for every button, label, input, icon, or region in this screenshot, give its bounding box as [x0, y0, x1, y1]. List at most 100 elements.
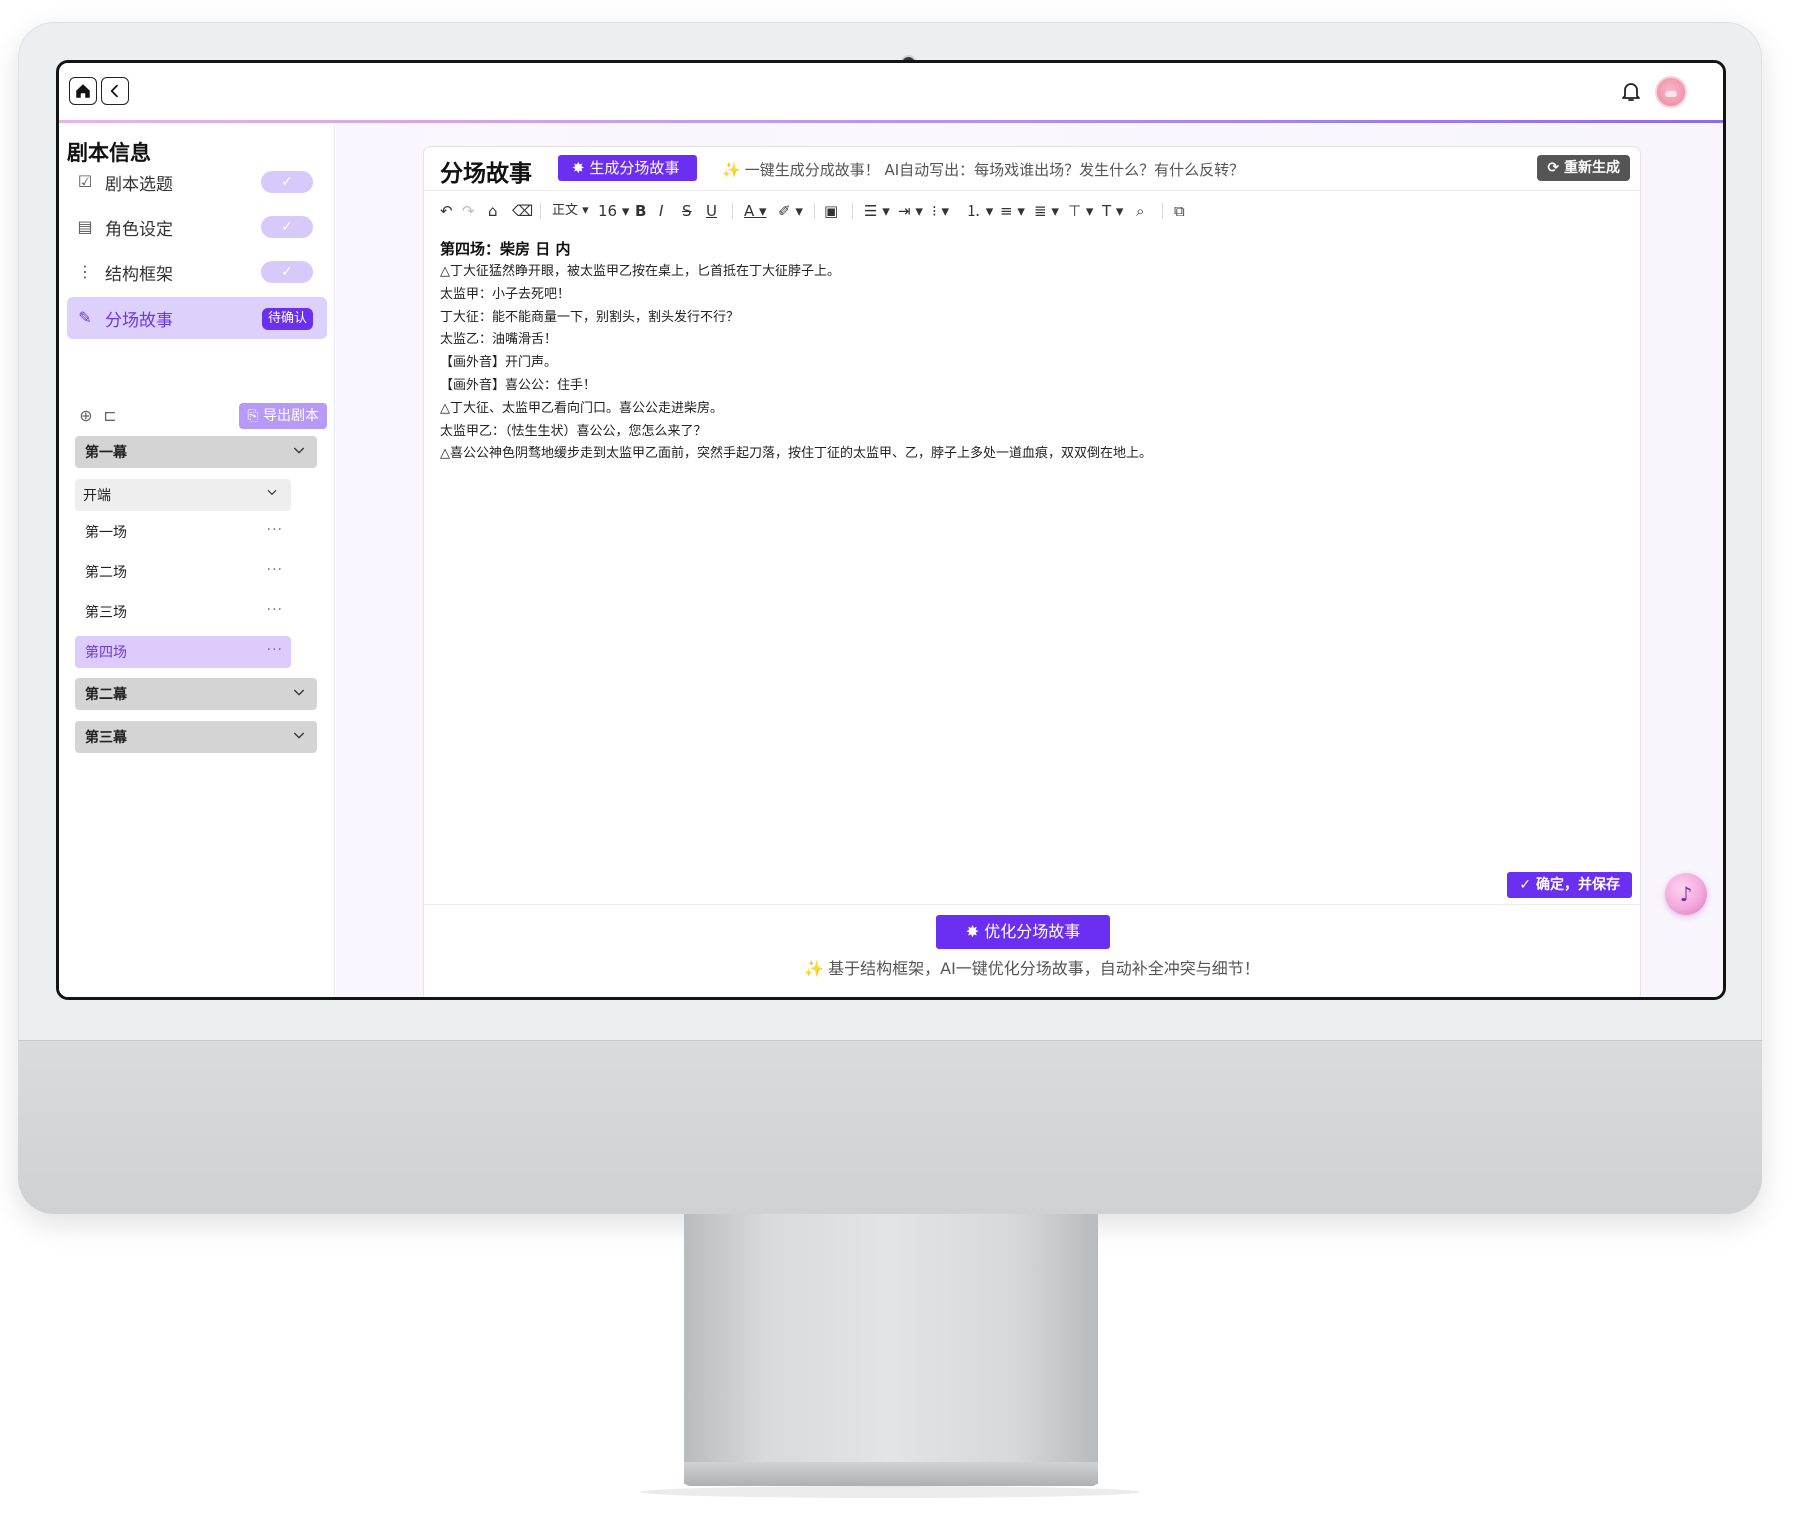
numbered-list-icon[interactable]: ⒈ ▾ [966, 199, 993, 223]
redo-icon[interactable]: ↷ [462, 199, 475, 223]
act-select-3[interactable]: 第三幕 [75, 721, 317, 753]
step-topic[interactable]: ☑ 剧本选题 ✓ [67, 161, 327, 203]
act-label: 第二幕 [85, 687, 127, 703]
undo-icon[interactable]: ↶ [440, 199, 453, 223]
generate-label: 生成分场故事 [589, 159, 680, 177]
scene-item-3[interactable]: 第三场 ··· [75, 596, 291, 628]
toolbar-divider [814, 203, 815, 219]
sparkle-icon: ✨ [804, 959, 825, 978]
sidebar-tools: ⊕ ⊏ ⎘ 导出剧本 [75, 403, 327, 431]
app-screen: 剧本信息 ☑ 剧本选题 ✓ ▤ 角色设定 ✓ ⋮ 结构框架 ✓ ✎ 分场故事 待… [56, 60, 1726, 1000]
step-label: 角色设定 [105, 219, 173, 240]
document-body[interactable]: 第四场：柴房 日 内 △丁大征猛然睁开眼，被太监甲乙按在桌上，匕首抵在丁大征脖子… [440, 237, 1620, 466]
part-label: 开端 [83, 488, 111, 504]
export-label: 导出剧本 [263, 408, 319, 424]
scene-label: 第二场 [85, 565, 127, 581]
script-line: 丁大征：能不能商量一下，别割头，割头发行不行？ [440, 309, 740, 325]
scene-item-4[interactable]: 第四场 ··· [75, 636, 291, 668]
act-select-1[interactable]: 第一幕 [75, 436, 317, 468]
regenerate-label: 重新生成 [1564, 160, 1620, 176]
export-icon: ⎘ [247, 408, 263, 424]
script-line: 【画外音】开门声。 [440, 355, 558, 371]
font-color-icon[interactable]: A ▾ [744, 199, 767, 223]
step-label: 结构框架 [105, 264, 173, 285]
avatar[interactable] [1655, 76, 1687, 108]
paragraph-spacing-icon[interactable]: ≣ ▾ [1034, 199, 1059, 223]
editor-header: 分场故事 ✸ 生成分场故事 ✨ 一键生成分成故事！ AI自动写出：每场戏谁出场？发… [424, 147, 1640, 191]
eraser-icon[interactable]: ⌫ [512, 199, 533, 223]
scene-item-1[interactable]: 第一场 ··· [75, 516, 291, 548]
sparkle-icon: ✸ [965, 922, 985, 941]
part-select[interactable]: 开端 [75, 479, 291, 511]
chevron-down-icon [291, 684, 309, 702]
script-line: 【画外音】喜公公：住手！ [440, 377, 597, 393]
act-select-2[interactable]: 第二幕 [75, 678, 317, 710]
step-pending-badge: 待确认 [261, 308, 313, 330]
page-title: 分场故事 [440, 161, 532, 187]
image-icon[interactable]: ▣ [824, 199, 838, 223]
bold-icon[interactable]: B [635, 199, 646, 223]
more-icon[interactable]: ··· [267, 562, 283, 578]
generate-scenes-button[interactable]: ✸ 生成分场故事 [558, 155, 698, 181]
scene-heading: 第四场：柴房 日 内 [440, 240, 571, 258]
line-height-icon[interactable]: ≡ ▾ [1000, 199, 1025, 223]
step-structure[interactable]: ⋮ 结构框架 ✓ [67, 251, 327, 293]
toolbar-divider [852, 203, 853, 219]
home-icon[interactable] [69, 77, 97, 105]
optimize-scenes-button[interactable]: ✸ 优化分场故事 [936, 915, 1110, 949]
add-circle-icon[interactable]: ⊕ [75, 405, 97, 427]
monitor-stand-foot [684, 1462, 1098, 1486]
assistant-icon[interactable]: ♪ [1665, 873, 1707, 915]
id-card-icon: ▤ [77, 217, 93, 236]
confirm-save-button[interactable]: ✓ 确定，并保存 [1507, 872, 1632, 898]
step-label: 剧本选题 [105, 174, 173, 195]
top-bar [59, 63, 1723, 123]
strikethrough-icon[interactable]: S [682, 199, 692, 223]
step-label: 分场故事 [105, 310, 173, 331]
more-icon[interactable]: ··· [267, 522, 283, 538]
refresh-icon: ⟳ [1547, 160, 1564, 176]
scene-item-2[interactable]: 第二场 ··· [75, 556, 291, 588]
script-line: △喜公公神色阴骛地缓步走到太监甲乙面前，突然手起刀落，按住丁征的太监甲、乙，脖子… [440, 446, 1152, 462]
paragraph-style-label: 正文 [552, 203, 579, 218]
optimize-hint-text: 基于结构框架，AI一键优化分场故事，自动补全冲突与细节！ [828, 959, 1260, 978]
highlight-icon[interactable]: ✐ ▾ [778, 199, 803, 223]
format-paint-icon[interactable]: ⌂ [488, 199, 498, 223]
chevron-down-icon [291, 442, 309, 460]
check-icon: ✓ [1519, 877, 1536, 893]
generate-hint: ✨ 一键生成分成故事！ AI自动写出：每场戏谁出场？发生什么？有什么反转？ [722, 159, 1244, 180]
optimize-label: 优化分场故事 [984, 922, 1081, 941]
step-done-badge: ✓ [261, 171, 313, 193]
step-characters[interactable]: ▤ 角色设定 ✓ [67, 206, 327, 248]
copy-icon[interactable]: ⧉ [1174, 199, 1185, 223]
step-scenes[interactable]: ✎ 分场故事 待确认 [67, 297, 327, 339]
edit-doc-icon: ✎ [78, 308, 92, 327]
sparkle-icon: ✨ [722, 161, 741, 179]
underline-icon[interactable]: U [706, 199, 717, 223]
script-line: 太监甲：小子去死吧！ [440, 286, 571, 302]
align-icon[interactable]: ☰ ▾ [864, 199, 890, 223]
text-indent-icon[interactable]: ⊤ ▾ [1068, 199, 1093, 223]
find-replace-icon[interactable]: ⌕ [1136, 199, 1144, 223]
clear-format-icon[interactable]: T ▾ [1102, 199, 1123, 223]
more-icon[interactable]: ··· [267, 602, 283, 618]
more-icon[interactable]: ··· [267, 642, 283, 658]
bell-icon[interactable] [1619, 79, 1643, 103]
save-label: 确定，并保存 [1536, 877, 1620, 893]
scene-label: 第四场 [85, 645, 127, 661]
export-script-button[interactable]: ⎘ 导出剧本 [239, 403, 327, 429]
font-size-select[interactable]: 16 ▾ [598, 199, 629, 223]
step-done-badge: ✓ [261, 261, 313, 283]
italic-icon[interactable]: I [659, 199, 663, 223]
script-line: 太监乙：油嘴滑舌！ [440, 332, 558, 348]
act-label: 第三幕 [85, 730, 127, 746]
paragraph-style-select[interactable]: 正文 ▾ [552, 199, 589, 223]
collapse-icon[interactable]: ⊏ [99, 405, 121, 427]
chevron-left-icon[interactable] [101, 77, 129, 105]
bulleted-list-icon[interactable]: ⁝ ▾ [932, 199, 949, 223]
indent-icon[interactable]: ⇥ ▾ [898, 199, 923, 223]
main-area: 分场故事 ✸ 生成分场故事 ✨ 一键生成分成故事！ AI自动写出：每场戏谁出场？发… [336, 123, 1723, 997]
regenerate-button[interactable]: ⟳ 重新生成 [1537, 155, 1630, 181]
scene-label: 第一场 [85, 525, 127, 541]
script-line: △丁大征猛然睁开眼，被太监甲乙按在桌上，匕首抵在丁大征脖子上。 [440, 264, 840, 279]
